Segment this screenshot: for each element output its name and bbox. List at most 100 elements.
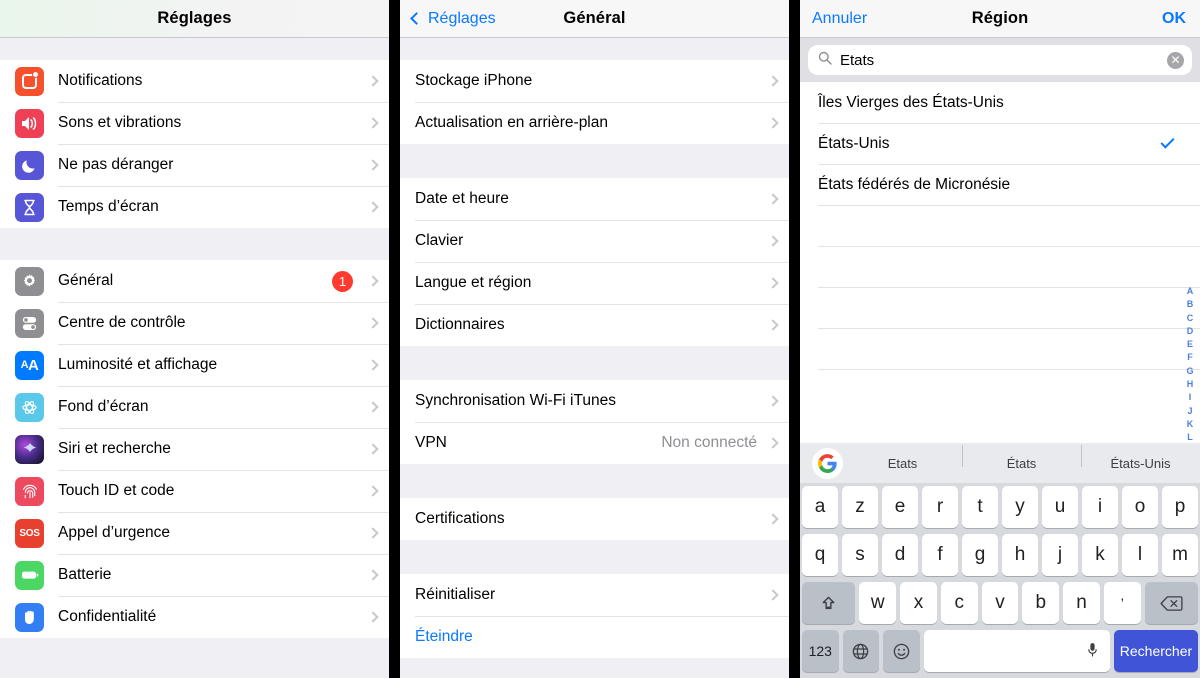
list-spacer <box>400 540 789 574</box>
back-button[interactable]: Réglages <box>410 0 496 38</box>
chevron-right-icon <box>367 359 379 371</box>
chevron-right-icon <box>767 437 779 449</box>
region-results-list[interactable]: Îles Vierges des États-Unis États-Unis É… <box>800 82 1200 509</box>
key-r[interactable]: r <box>922 486 958 528</box>
general-scroll-area[interactable]: Stockage iPhone Actualisation en arrière… <box>400 38 789 678</box>
key-q[interactable]: q <box>802 534 838 576</box>
key-l[interactable]: l <box>1122 534 1158 576</box>
key-i[interactable]: i <box>1082 486 1118 528</box>
backspace-icon[interactable] <box>1144 582 1198 624</box>
emoji-icon[interactable] <box>883 630 920 672</box>
hourglass-icon <box>15 192 44 222</box>
row-language-region[interactable]: Langue et région <box>400 262 789 304</box>
index-letter[interactable]: D <box>1187 325 1194 338</box>
google-logo-icon[interactable] <box>812 447 843 479</box>
globe-icon[interactable] <box>842 630 880 672</box>
key-w[interactable]: w <box>859 582 897 624</box>
numbers-key[interactable]: 123 <box>802 630 839 672</box>
row-label: Luminosité et affichage <box>58 356 218 373</box>
row-iphone-storage[interactable]: Stockage iPhone <box>400 60 789 102</box>
index-letter[interactable]: H <box>1187 378 1194 391</box>
key-a[interactable]: a <box>802 486 838 528</box>
index-letter[interactable]: A <box>1187 285 1194 298</box>
key-e[interactable]: e <box>882 486 918 528</box>
clear-icon[interactable]: ✕ <box>1167 51 1184 69</box>
key-v[interactable]: v <box>981 582 1019 624</box>
key-h[interactable]: h <box>1002 534 1038 576</box>
sidebar-item-touch-id[interactable]: Touch ID et code <box>0 470 389 512</box>
index-letter[interactable]: E <box>1187 338 1193 351</box>
sidebar-item-screen-time[interactable]: Temps d’écran <box>0 186 389 228</box>
index-letter[interactable]: C <box>1187 312 1194 325</box>
key-t[interactable]: t <box>962 486 998 528</box>
key-d[interactable]: d <box>882 534 918 576</box>
key-m[interactable]: m <box>1162 534 1198 576</box>
index-letter[interactable]: J <box>1187 405 1192 418</box>
key-apostrophe[interactable]: ’ <box>1103 582 1141 624</box>
row-label: Touch ID et code <box>58 482 175 499</box>
region-name: États-Unis <box>818 134 890 152</box>
row-dictionaries[interactable]: Dictionnaires <box>400 304 789 346</box>
sidebar-item-sounds[interactable]: Sons et vibrations <box>0 102 389 144</box>
row-itunes-wifi-sync[interactable]: Synchronisation Wi-Fi iTunes <box>400 380 789 422</box>
key-z[interactable]: z <box>842 486 878 528</box>
key-c[interactable]: c <box>940 582 978 624</box>
key-o[interactable]: o <box>1122 486 1158 528</box>
ok-button[interactable]: OK <box>1162 0 1186 38</box>
sidebar-item-privacy[interactable]: Confidentialité <box>0 596 389 638</box>
search-icon <box>818 51 832 70</box>
index-letter[interactable]: I <box>1189 391 1192 404</box>
shift-icon[interactable] <box>802 582 856 624</box>
search-enter-key[interactable]: Rechercher <box>1113 630 1198 672</box>
suggestion-item[interactable]: États-Unis <box>1081 444 1200 471</box>
chevron-right-icon <box>367 443 379 455</box>
sidebar-item-emergency-sos[interactable]: SOS Appel d’urgence <box>0 512 389 554</box>
key-j[interactable]: j <box>1042 534 1078 576</box>
row-shutdown[interactable]: Éteindre <box>400 616 789 658</box>
suggestion-item[interactable]: États <box>962 444 1081 471</box>
search-input[interactable]: Etats ✕ <box>808 45 1192 75</box>
index-letter[interactable]: B <box>1187 298 1194 311</box>
sidebar-item-siri-search[interactable]: Siri et recherche <box>0 428 389 470</box>
key-k[interactable]: k <box>1082 534 1118 576</box>
sidebar-item-display-brightness[interactable]: AA Luminosité et affichage <box>0 344 389 386</box>
row-label: VPN <box>415 434 447 451</box>
general-group-1: Stockage iPhone Actualisation en arrière… <box>400 60 789 144</box>
sidebar-item-control-center[interactable]: Centre de contrôle <box>0 302 389 344</box>
list-item[interactable]: Îles Vierges des États-Unis <box>800 82 1200 123</box>
sidebar-item-notifications[interactable]: Notifications <box>0 60 389 102</box>
key-f[interactable]: f <box>922 534 958 576</box>
sidebar-item-wallpaper[interactable]: Fond d’écran <box>0 386 389 428</box>
sos-icon: SOS <box>15 518 44 548</box>
sidebar-item-battery[interactable]: Batterie <box>0 554 389 596</box>
suggestion-item[interactable]: Etats <box>843 456 962 471</box>
settings-group-2: Général 1 Centre de contrôle AA Luminosi… <box>0 260 389 638</box>
row-reset[interactable]: Réinitialiser <box>400 574 789 616</box>
settings-scroll-area[interactable]: Notifications Sons et vibrations Ne pas … <box>0 38 389 678</box>
row-background-refresh[interactable]: Actualisation en arrière-plan <box>400 102 789 144</box>
key-n[interactable]: n <box>1063 582 1100 624</box>
sidebar-item-do-not-disturb[interactable]: Ne pas déranger <box>0 144 389 186</box>
key-g[interactable]: g <box>962 534 998 576</box>
key-u[interactable]: u <box>1042 486 1078 528</box>
index-letter[interactable]: G <box>1186 365 1193 378</box>
key-b[interactable]: b <box>1022 582 1060 624</box>
row-certifications[interactable]: Certifications <box>400 498 789 540</box>
list-item-empty <box>800 287 1200 328</box>
key-x[interactable]: x <box>900 582 937 624</box>
row-keyboard[interactable]: Clavier <box>400 220 789 262</box>
key-p[interactable]: p <box>1162 486 1198 528</box>
row-label: Éteindre <box>415 628 473 645</box>
key-y[interactable]: y <box>1002 486 1038 528</box>
cancel-button[interactable]: Annuler <box>812 0 867 38</box>
list-item[interactable]: États-Unis <box>800 123 1200 164</box>
space-key[interactable] <box>923 630 1110 672</box>
row-vpn[interactable]: VPN Non connecté <box>400 422 789 464</box>
row-date-time[interactable]: Date et heure <box>400 178 789 220</box>
mic-icon[interactable] <box>1087 642 1098 660</box>
list-item[interactable]: États fédérés de Micronésie <box>800 164 1200 205</box>
index-letter[interactable]: K <box>1187 418 1194 431</box>
key-s[interactable]: s <box>842 534 878 576</box>
sidebar-item-general[interactable]: Général 1 <box>0 260 389 302</box>
index-letter[interactable]: F <box>1187 351 1193 364</box>
